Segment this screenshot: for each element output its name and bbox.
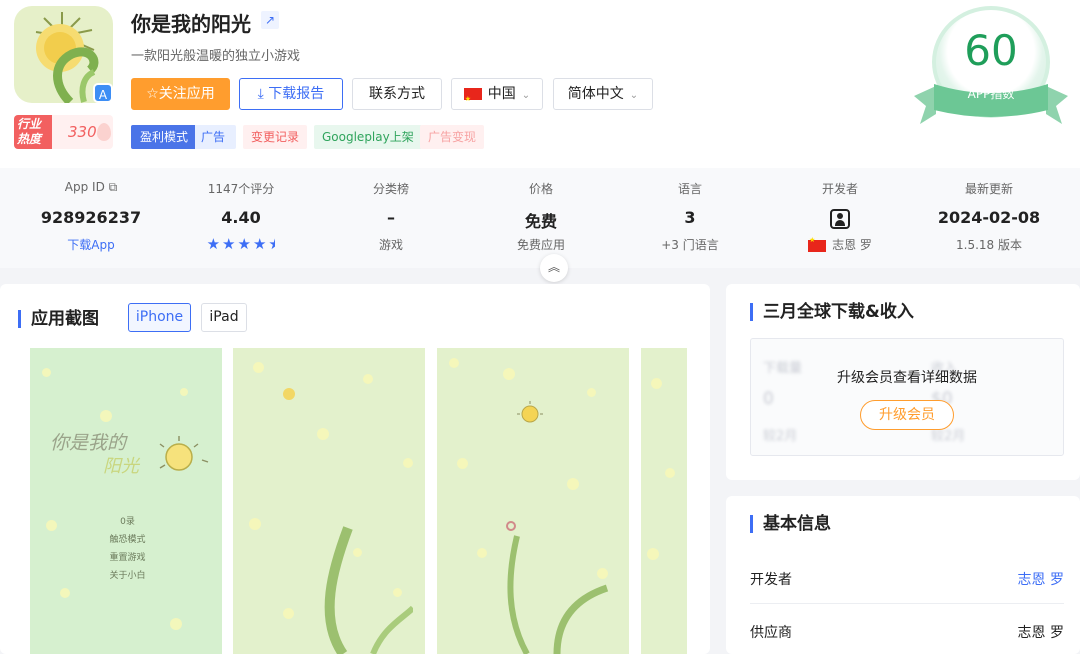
copy-icon[interactable]: ⧉ [109, 180, 118, 194]
blurred-label: 较2月 [763, 429, 798, 444]
stat-label: App ID [64, 180, 105, 194]
chevron-down-icon: ⌄ [629, 90, 639, 101]
external-link-icon[interactable]: ↗ [261, 11, 279, 29]
info-key: 供应商 [750, 625, 792, 641]
region-select[interactable]: 中国 ⌄ [451, 78, 543, 114]
googleplay-tag[interactable]: Googleplay上架 [314, 125, 422, 149]
screenshot-game-title: 你是我的 [50, 432, 127, 454]
follow-app-button[interactable]: ☆关注应用 [131, 78, 230, 110]
flame-icon [97, 123, 111, 141]
language-label: 简体中文 [567, 86, 624, 102]
sun-icon [517, 401, 543, 423]
star-icon: ★ [206, 235, 223, 253]
sun-icon [159, 436, 209, 471]
app-title: 你是我的阳光 [131, 12, 251, 36]
tab-ipad[interactable]: iPad [201, 303, 247, 332]
language-select[interactable]: 简体中文 ⌄ [553, 78, 653, 110]
screenshot-game-title-sun: 阳光 [103, 456, 139, 477]
stat-value: 3 [684, 208, 696, 227]
screenshot-3[interactable] [437, 348, 629, 654]
stats-bar: App ID ⧉ 928926237 下载App 1147个评分 4.40 ★★… [0, 168, 1080, 268]
stat-label: 1147个评分 [207, 182, 275, 196]
blurred-value: 0 [763, 389, 774, 409]
locked-data-box: 下载量 收入 0 $0 较2月 较2月 [750, 338, 1064, 456]
stat-value: 免费 [524, 212, 557, 231]
star-icon: ★ [252, 235, 269, 253]
info-value-developer-link[interactable]: 志恩 罗 [1018, 569, 1064, 589]
star-icon: ★ [237, 235, 253, 253]
chevron-down-icon: ⌄ [521, 90, 531, 101]
stat-developer: 开发者 志恩 罗 [765, 180, 915, 252]
change-log-tag[interactable]: 变更记录 [243, 125, 308, 149]
stat-sub: +3 门语言 [661, 238, 719, 252]
stat-category: 分类榜 – 游戏 [316, 180, 466, 252]
rating-stars: ★★★★★ [166, 235, 316, 253]
heat-label: 行业热度 [14, 115, 52, 149]
info-key: 开发者 [750, 572, 792, 588]
screenshots-title: 应用截图 [18, 310, 99, 328]
stat-value: 2024-02-08 [937, 208, 1041, 227]
contact-button[interactable]: 联系方式 [352, 78, 442, 110]
download-report-button[interactable]: ⤓ 下载报告 [239, 78, 343, 110]
screenshot-1[interactable]: 你是我的 阳光 0录 触恐模式 重置游戏 关于小白 [30, 348, 222, 654]
grass-stem [324, 526, 413, 654]
screenshot-4[interactable] [641, 348, 687, 654]
collapse-chevron-up-icon[interactable]: ︽ [540, 254, 568, 282]
download-app-link[interactable]: 下载App [16, 236, 166, 252]
china-flag-icon [463, 84, 482, 114]
app-header: A 行业热度 330 你是我的阳光 ↗ 一款阳光般温暖的独立小游戏 ☆关注应用 … [0, 0, 1080, 168]
sun-icon [283, 388, 295, 400]
industry-heat-badge: 行业热度 330 [14, 115, 113, 149]
stat-value: 928926237 [40, 208, 142, 227]
monetization-label: 盈利模式 [131, 125, 196, 149]
stat-sub: 游戏 [378, 238, 403, 252]
info-row-developer: 开发者 志恩 罗 [750, 551, 1064, 603]
stat-label: 最新更新 [964, 182, 1013, 196]
stat-label: 分类榜 [372, 182, 409, 196]
basic-info-title: 基本信息 [750, 515, 831, 533]
info-value: 志恩 罗 [1017, 625, 1064, 641]
app-store-icon: A [93, 83, 113, 103]
app-subtitle: 一款阳光般温暖的独立小游戏 [131, 49, 301, 64]
developer-icon [830, 209, 850, 229]
monetization-tag[interactable]: 盈利模式 广告 [131, 125, 236, 149]
tab-iphone[interactable]: iPhone [128, 303, 191, 332]
screenshot-game-menu: 0录 触恐模式 重置游戏 关于小白 [109, 517, 146, 581]
upgrade-membership-button[interactable]: 升级会员 [860, 400, 954, 430]
heat-value: 330 [68, 123, 97, 141]
stat-label: 价格 [528, 182, 553, 196]
stat-app-id: App ID ⧉ 928926237 下载App [16, 180, 166, 252]
stat-value: – [387, 208, 395, 227]
app-score-label: APP指数 [967, 87, 1015, 101]
grass-stem [506, 521, 609, 654]
stat-last-update: 最新更新 2024-02-08 1.5.18 版本 [914, 180, 1064, 252]
stat-language: 语言 3 +3 门语言 [615, 180, 765, 252]
stat-sub: 免费应用 [516, 238, 565, 252]
stat-label: 开发者 [821, 182, 858, 196]
developer-name[interactable]: 志恩 罗 [832, 238, 872, 252]
screenshot-2[interactable] [233, 348, 425, 654]
stat-sub: 1.5.18 版本 [956, 238, 1022, 252]
stat-price: 价格 免费 免费应用 [466, 180, 616, 252]
ad-monetization-tag[interactable]: 广告变现 [420, 125, 485, 149]
monetization-value: 广告 [201, 130, 226, 144]
app-score-value: 60 [964, 26, 1018, 75]
region-label: 中国 [487, 86, 516, 102]
locked-message: 升级会员查看详细数据 [837, 370, 977, 386]
info-row-supplier: 供应商 志恩 罗 [750, 604, 1064, 654]
star-icon: ★ [222, 235, 238, 253]
china-flag-icon [808, 236, 827, 252]
star-half-icon: ★ [268, 235, 275, 253]
stat-label: 语言 [677, 182, 702, 196]
stat-rating: 1147个评分 4.40 ★★★★★ [166, 180, 316, 253]
stat-value: 4.40 [221, 208, 261, 227]
downloads-revenue-title: 三月全球下载&收入 [750, 303, 914, 321]
